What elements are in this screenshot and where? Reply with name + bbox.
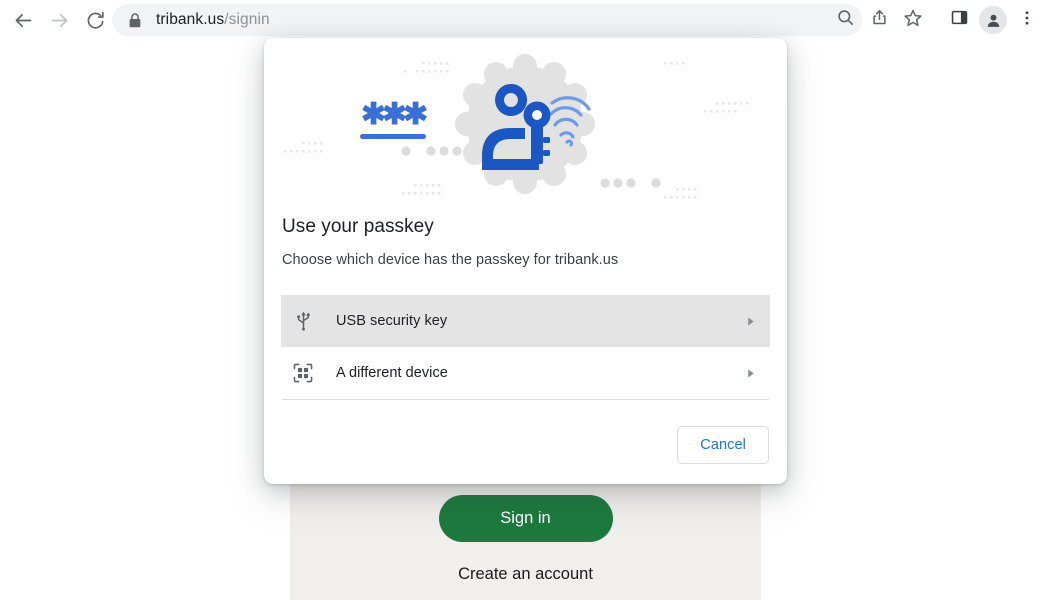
forward-button[interactable] — [44, 5, 74, 35]
dialog-subtitle: Choose which device has the passkey for … — [282, 252, 619, 268]
lock-icon — [128, 12, 142, 28]
create-account-link[interactable]: Create an account — [290, 565, 761, 584]
url-host: tribank.us — [156, 11, 225, 28]
toolbar-actions — [828, 0, 1050, 40]
svg-text:✱: ✱ — [403, 98, 428, 131]
option-label: USB security key — [336, 313, 448, 329]
dialog-title: Use your passkey — [282, 216, 434, 237]
password-asterisks: ✱ ✱ ✱ — [360, 98, 428, 139]
more-menu-button[interactable] — [1010, 3, 1044, 37]
address-bar[interactable]: tribank.us/signin — [112, 4, 862, 36]
sign-in-button[interactable]: Sign in — [438, 495, 613, 542]
search-button[interactable] — [828, 3, 862, 37]
profile-button[interactable] — [976, 3, 1010, 37]
side-panel-button[interactable] — [942, 3, 976, 37]
more-menu-icon — [1018, 9, 1036, 32]
passkey-illustration: ✱ ✱ ✱ — [264, 38, 787, 210]
signin-actions: Sign in Create an account — [290, 495, 761, 584]
chevron-right-icon — [745, 316, 756, 327]
bookmark-button[interactable] — [896, 3, 930, 37]
cancel-button[interactable]: Cancel — [677, 426, 769, 464]
option-label: A different device — [336, 365, 448, 381]
side-panel-icon — [950, 8, 969, 32]
passkey-dialog: ✱ ✱ ✱ Use your passkey Choose which devi… — [264, 38, 787, 484]
arrow-right-icon — [49, 10, 70, 31]
arrow-left-icon — [13, 10, 34, 31]
back-button[interactable] — [8, 5, 38, 35]
qr-scan-icon — [291, 361, 315, 385]
dialog-footer: Cancel — [264, 406, 787, 484]
device-option-list: USB security key A different device — [281, 295, 770, 400]
url-path: /signin — [224, 11, 270, 28]
bookmark-star-icon — [903, 8, 923, 33]
share-icon — [870, 8, 889, 32]
browser-toolbar: tribank.us/signin — [0, 0, 1050, 40]
chevron-right-icon — [745, 368, 756, 379]
badge-shape — [455, 54, 595, 194]
reload-icon — [85, 10, 106, 31]
share-button[interactable] — [862, 3, 896, 37]
usb-icon — [291, 309, 315, 333]
option-usb-security-key[interactable]: USB security key — [281, 295, 770, 347]
profile-avatar-icon — [979, 6, 1007, 34]
option-a-different-device[interactable]: A different device — [281, 347, 770, 399]
search-icon — [836, 8, 855, 32]
list-divider — [282, 399, 769, 400]
reload-button[interactable] — [80, 5, 110, 35]
url-text: tribank.us/signin — [156, 11, 270, 29]
